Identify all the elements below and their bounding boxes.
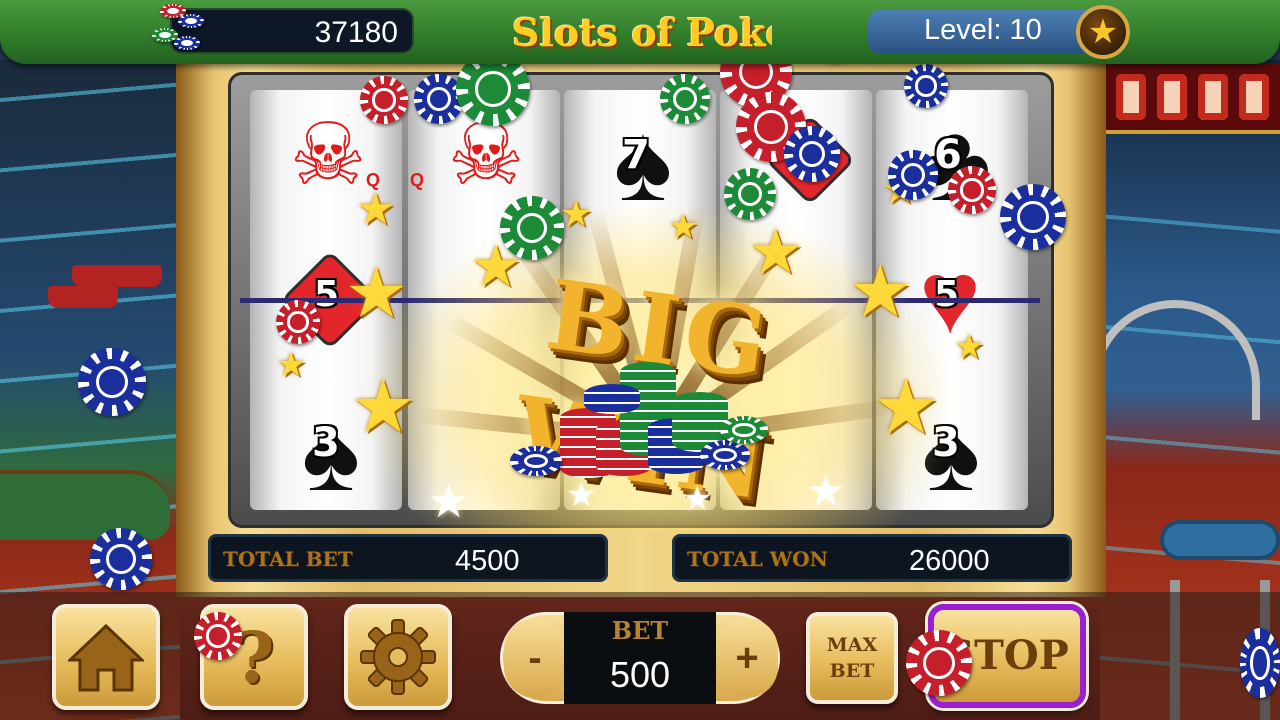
max-bet-label-line1: MAX (826, 634, 878, 656)
ceiling-lamp (48, 286, 118, 308)
poker-chip (194, 612, 242, 660)
coin-stack-icon (150, 2, 204, 58)
poker-chip (500, 196, 564, 260)
poker-chip (888, 150, 938, 200)
symbol-number: 7 (622, 132, 650, 178)
star-icon: ★ (345, 254, 408, 332)
bet-decrease-button[interactable]: - (504, 618, 566, 698)
settings-button[interactable] (344, 604, 452, 710)
neon-letter (1197, 74, 1228, 120)
ceiling-lamp (72, 265, 162, 287)
poker-chip (360, 76, 408, 124)
poker-chip (948, 166, 996, 214)
poker-chip (700, 440, 750, 470)
game-title: Slots of Poker (512, 10, 772, 55)
neon-letter (1116, 74, 1147, 120)
sparkle-star-icon: ★ (682, 480, 713, 518)
poker-chip (1000, 184, 1066, 250)
star-icon: ★ (560, 193, 593, 234)
poker-chip (724, 168, 776, 220)
star-icon: ★ (848, 252, 913, 332)
neon-letter (1238, 74, 1269, 120)
poker-chip (510, 446, 562, 476)
poker-chip (784, 126, 840, 182)
bet-value: 500 (609, 654, 671, 695)
star-icon: ★ (350, 365, 417, 448)
poker-chip (90, 528, 152, 590)
total-won-value: 26000 (909, 545, 990, 577)
star-icon: ★ (954, 328, 985, 366)
total-won-label: TOTAL WON (687, 547, 828, 571)
max-bet-button[interactable]: MAX BET (806, 612, 898, 704)
sparkle-star-icon: ★ (806, 467, 846, 516)
bar-stool (1160, 520, 1280, 560)
sparkle-star-icon: ★ (566, 476, 597, 514)
symbol-number: 3 (312, 420, 340, 466)
star-icon: ★ (748, 218, 804, 287)
poker-chip (904, 64, 948, 108)
queen-card-mark: Q (410, 170, 425, 190)
poker-chip (660, 74, 710, 124)
total-bet-value: 4500 (455, 545, 520, 577)
total-won-box: TOTAL WON 26000 (672, 534, 1072, 582)
poker-chip (1240, 628, 1280, 698)
poker-chip (78, 348, 146, 416)
gear-icon (360, 619, 436, 695)
chip-stack (584, 384, 640, 414)
home-icon (68, 623, 144, 692)
star-icon: ★ (668, 208, 699, 246)
sparkle-star-icon: ★ (428, 475, 470, 527)
max-bet-label-line2: BET (829, 660, 875, 682)
poker-chip (276, 300, 320, 344)
total-bet-box: TOTAL BET 4500 (208, 534, 608, 582)
bet-increase-button[interactable]: + (716, 618, 778, 698)
level-display: Level: 10 (868, 10, 1090, 54)
coin-balance: 37180 (170, 8, 414, 54)
poker-chip (906, 630, 972, 696)
card-table (0, 470, 170, 540)
star-icon: ★ (276, 346, 307, 384)
symbol-number: 5 (314, 274, 340, 315)
star-icon: ★ (1087, 13, 1119, 51)
poker-chip (720, 416, 768, 444)
archway (1090, 300, 1260, 420)
neon-letter (1157, 74, 1188, 120)
star-icon: ★ (872, 365, 941, 450)
star-icon: ★ (356, 185, 396, 234)
total-bet-label: TOTAL BET (223, 547, 353, 571)
home-button[interactable] (52, 604, 160, 710)
bet-label: BET (611, 616, 669, 645)
level-star-button[interactable]: ★ (1076, 5, 1130, 59)
neon-sign (1105, 64, 1280, 134)
